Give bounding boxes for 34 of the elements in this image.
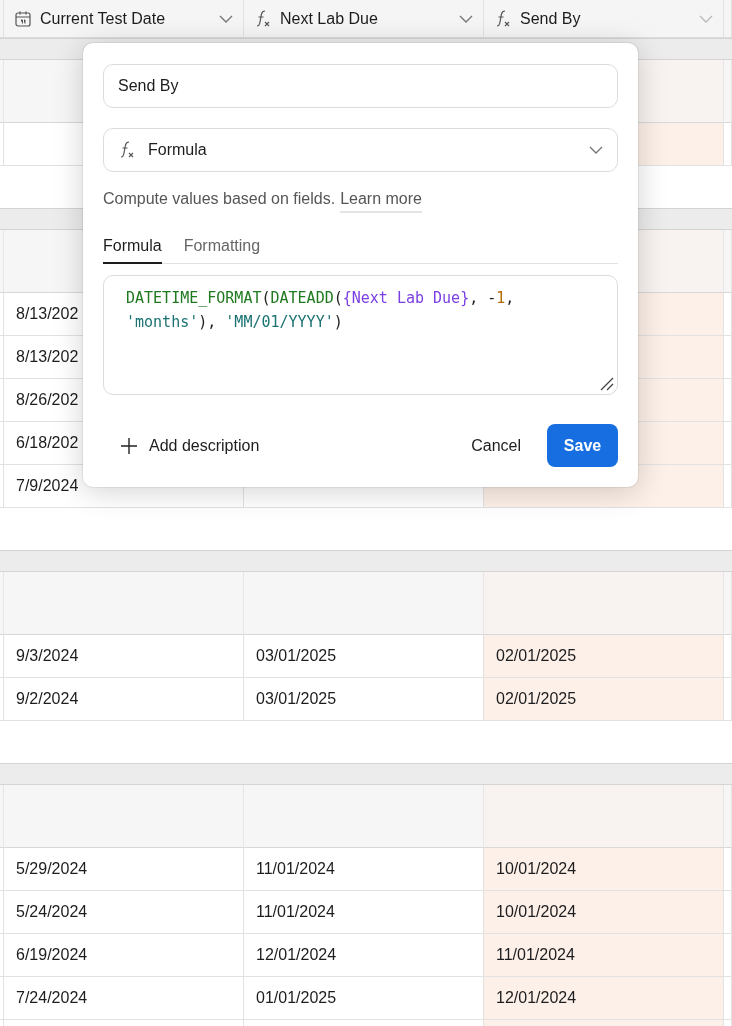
chevron-down-icon — [699, 14, 713, 23]
column-header[interactable]: Send By — [484, 0, 724, 38]
save-button[interactable]: Save — [547, 424, 618, 467]
resize-handle-icon[interactable] — [600, 377, 614, 391]
editor-tab[interactable]: Formatting — [183, 231, 261, 264]
plus-icon — [121, 437, 137, 454]
table-cell: 10/01/2024 — [484, 848, 724, 891]
table-cell: 9/2/2024 — [4, 678, 244, 721]
table-cell: 10/01/2024 — [484, 891, 724, 934]
editor-tab[interactable]: Formula — [103, 231, 162, 264]
column-header[interactable]: Current Test Date — [4, 0, 244, 38]
table-cell: 02/01/2025 — [484, 635, 724, 678]
table-cell: 02/01/2025 — [484, 678, 724, 721]
table-cell: 11/01/2024 — [484, 934, 724, 977]
table-cell: 5/29/2024 — [4, 848, 244, 891]
column-header[interactable]: Next Lab Due — [244, 0, 484, 38]
table-cell: 7/24/2024 — [4, 977, 244, 1020]
formula-icon — [494, 9, 512, 28]
calendar-icon — [14, 9, 32, 28]
chevron-down-icon — [219, 14, 233, 23]
formula-icon — [254, 9, 272, 28]
formula-icon — [118, 141, 136, 159]
field-type-dropdown[interactable]: Formula — [103, 128, 618, 172]
chevron-down-icon — [589, 146, 603, 154]
cancel-button[interactable]: Cancel — [457, 426, 535, 465]
chevron-down-icon — [459, 14, 473, 23]
field-name-input[interactable]: Send By — [103, 64, 618, 108]
learn-more-link[interactable]: Learn more — [340, 190, 422, 213]
table-cell: 5/24/2024 — [4, 891, 244, 934]
table-cell: 9/3/2024 — [4, 635, 244, 678]
table-cell: 6/19/2024 — [4, 934, 244, 977]
table-cell: 12/01/2024 — [484, 977, 724, 1020]
description-text: Compute values based on fields. — [103, 190, 336, 208]
formula-editor[interactable]: DATETIME_FORMAT(DATEADD({Next Lab Due}, -1, 'months'), 'MM/01/YYYY') — [103, 275, 618, 395]
